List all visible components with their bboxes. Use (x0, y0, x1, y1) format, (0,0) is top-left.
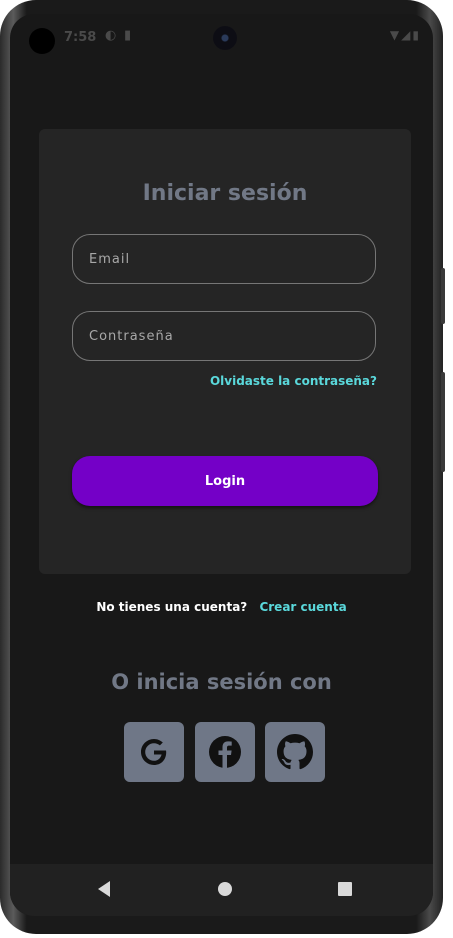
login-title: Iniciar sesión (142, 181, 308, 206)
system-icons: ▼◢▮ (390, 28, 421, 42)
github-icon (277, 734, 313, 770)
wifi-icon: ▼ (389, 28, 402, 42)
google-icon (141, 739, 167, 765)
login-card: Iniciar sesión Olvidaste la contraseña? … (39, 129, 411, 574)
github-login-button[interactable] (265, 722, 325, 782)
alt-login-title: O inicia sesión con (111, 670, 332, 694)
facebook-login-button[interactable] (195, 722, 255, 782)
home-icon[interactable] (217, 880, 233, 898)
create-account-link[interactable]: Crear cuenta (259, 600, 346, 614)
google-login-button[interactable] (124, 722, 184, 782)
signup-row: No tienes una cuenta? Crear cuenta (10, 600, 433, 614)
back-icon[interactable] (96, 880, 112, 898)
system-nav-bar (10, 864, 433, 916)
forgot-password-link[interactable]: Olvidaste la contraseña? (210, 374, 377, 388)
data-saver-icon: ◐ (105, 28, 117, 43)
status-avatar-dot (29, 28, 55, 54)
status-bar: 7:58 ◐ ▮ ▼◢▮ (10, 14, 433, 60)
email-input[interactable] (72, 234, 376, 284)
password-input[interactable] (72, 311, 376, 361)
clock: 7:58 (64, 30, 97, 45)
front-camera (213, 26, 237, 50)
screen: 7:58 ◐ ▮ ▼◢▮ Iniciar sesión Olvidaste la… (10, 14, 433, 916)
sim-card-icon: ▮ (124, 28, 132, 43)
login-button[interactable]: Login (72, 456, 378, 506)
battery-icon: ▮ (412, 28, 421, 42)
recents-icon[interactable] (337, 880, 353, 898)
cell-signal-icon: ◢ (401, 28, 413, 42)
facebook-icon (209, 736, 241, 768)
power-button (441, 268, 445, 324)
signup-question: No tienes una cuenta? (96, 600, 248, 614)
volume-button (441, 372, 445, 472)
